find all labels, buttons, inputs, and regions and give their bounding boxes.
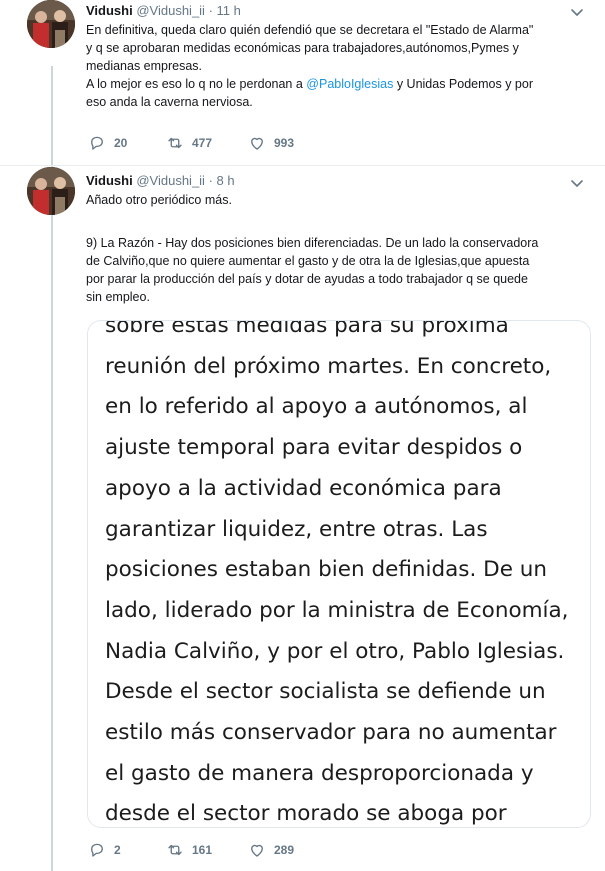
image-text-line: ajuste temporal para evitar despidos o <box>105 435 523 461</box>
image-text-line: Desde el sector socialista se defiende u… <box>105 679 546 705</box>
image-text-line: apoyo a la actividad económica para <box>105 475 502 501</box>
like-button[interactable]: 289 <box>248 841 294 859</box>
like-count: 993 <box>274 136 295 150</box>
separator-dot: · <box>208 173 213 188</box>
author-handle[interactable]: @Vidushi_ii <box>136 3 205 18</box>
image-text-line: Nadia Calviño, y por el otro, Pablo Igle… <box>105 638 565 664</box>
like-count: 289 <box>274 843 295 857</box>
author-handle[interactable]: @Vidushi_ii <box>136 173 205 188</box>
image-text-line: reunión del próximo martes. En concreto, <box>105 353 552 379</box>
tweet-timestamp[interactable]: 11 h <box>217 3 241 18</box>
tweet-header: Vidushi @Vidushi_ii · 11 h <box>86 2 241 19</box>
avatar[interactable] <box>27 167 75 215</box>
tweet-text-line: sin empleo. <box>86 290 150 304</box>
image-text-line: posiciones estaban bien definidas. De un <box>105 557 548 583</box>
reply-count: 20 <box>114 136 128 150</box>
heart-icon <box>251 844 263 857</box>
retweet-button[interactable]: 161 <box>166 841 212 859</box>
tweet-text-line: A lo mejor es eso lo q no le perdonan a … <box>86 75 591 93</box>
tweet-text-line: y q se aprobaran medidas económicas para… <box>86 41 519 55</box>
attached-image[interactable]: sobre estas medidas para su próxima reun… <box>87 320 591 828</box>
retweet-count: 161 <box>192 843 213 857</box>
reply-icon <box>91 843 103 857</box>
image-text: sobre estas medidas para su próxima reun… <box>105 320 585 827</box>
tweet-divider <box>0 165 605 166</box>
image-text-line: el gasto de manera desproporcionada y <box>105 760 534 786</box>
reply-count: 2 <box>114 843 121 857</box>
retweet-button[interactable]: 477 <box>166 134 212 152</box>
reply-button[interactable]: 2 <box>88 841 121 859</box>
like-button[interactable]: 993 <box>248 134 294 152</box>
tweet-text: En definitiva, queda claro quién defendi… <box>86 21 591 111</box>
tweet-text-line: 9) La Razón - Hay dos posiciones bien di… <box>86 236 539 250</box>
mention-link[interactable]: @PabloIglesias <box>306 77 393 91</box>
chevron-down-icon[interactable] <box>569 175 585 191</box>
heart-icon <box>251 137 263 150</box>
retweet-count: 477 <box>192 136 213 150</box>
tweet-2[interactable]: Vidushi @Vidushi_ii · 8 h Añado otro per… <box>0 167 605 871</box>
tweet-text-line: eso anda la caverna nerviosa. <box>86 95 253 109</box>
tweet-text: Añado otro periódico más. <box>86 191 591 209</box>
image-text-line: en lo referido al apoyo a autónomos, al <box>105 394 528 420</box>
tweet-text-segment: A lo mejor es eso lo q no le perdonan a <box>86 77 307 91</box>
author-name[interactable]: Vidushi <box>86 3 133 18</box>
image-text-line: estilo más conservador para no aumentar <box>105 720 557 746</box>
tweet-header: Vidushi @Vidushi_ii · 8 h <box>86 172 235 189</box>
tweet-text-line: medianas empresas. <box>86 59 203 73</box>
retweet-icon <box>168 844 182 856</box>
tweet-text-line: de Calviño,que no quiere aumentar el gas… <box>86 254 530 268</box>
image-text-line: lado, liderado por la ministra de Econom… <box>105 597 569 623</box>
image-text-line: desde el sector morado se aboga por <box>105 801 507 827</box>
avatar[interactable] <box>27 0 75 48</box>
reply-icon <box>91 136 103 150</box>
image-text-line: garantizar liquidez, entre otras. Las <box>105 516 488 542</box>
tweet-text-line: Añado otro periódico más. <box>86 193 232 207</box>
reply-button[interactable]: 20 <box>88 134 127 152</box>
retweet-icon <box>168 137 182 149</box>
tweet-text-line: En definitiva, queda claro quién defendi… <box>86 23 534 37</box>
separator-dot: · <box>208 3 213 18</box>
chevron-down-icon[interactable] <box>569 4 585 20</box>
tweet-text: 9) La Razón - Hay dos posiciones bien di… <box>86 234 591 306</box>
tweet-text-segment: y Unidas Podemos y por <box>393 77 533 91</box>
tweet-1[interactable]: Vidushi @Vidushi_ii · 11 h En definitiva… <box>0 0 605 165</box>
tweet-text-line: por parar la producción del país y dotar… <box>86 272 528 286</box>
tweet-timestamp[interactable]: 8 h <box>217 173 235 188</box>
author-name[interactable]: Vidushi <box>86 173 133 188</box>
image-text-line: sobre estas medidas para su próxima <box>105 320 509 338</box>
